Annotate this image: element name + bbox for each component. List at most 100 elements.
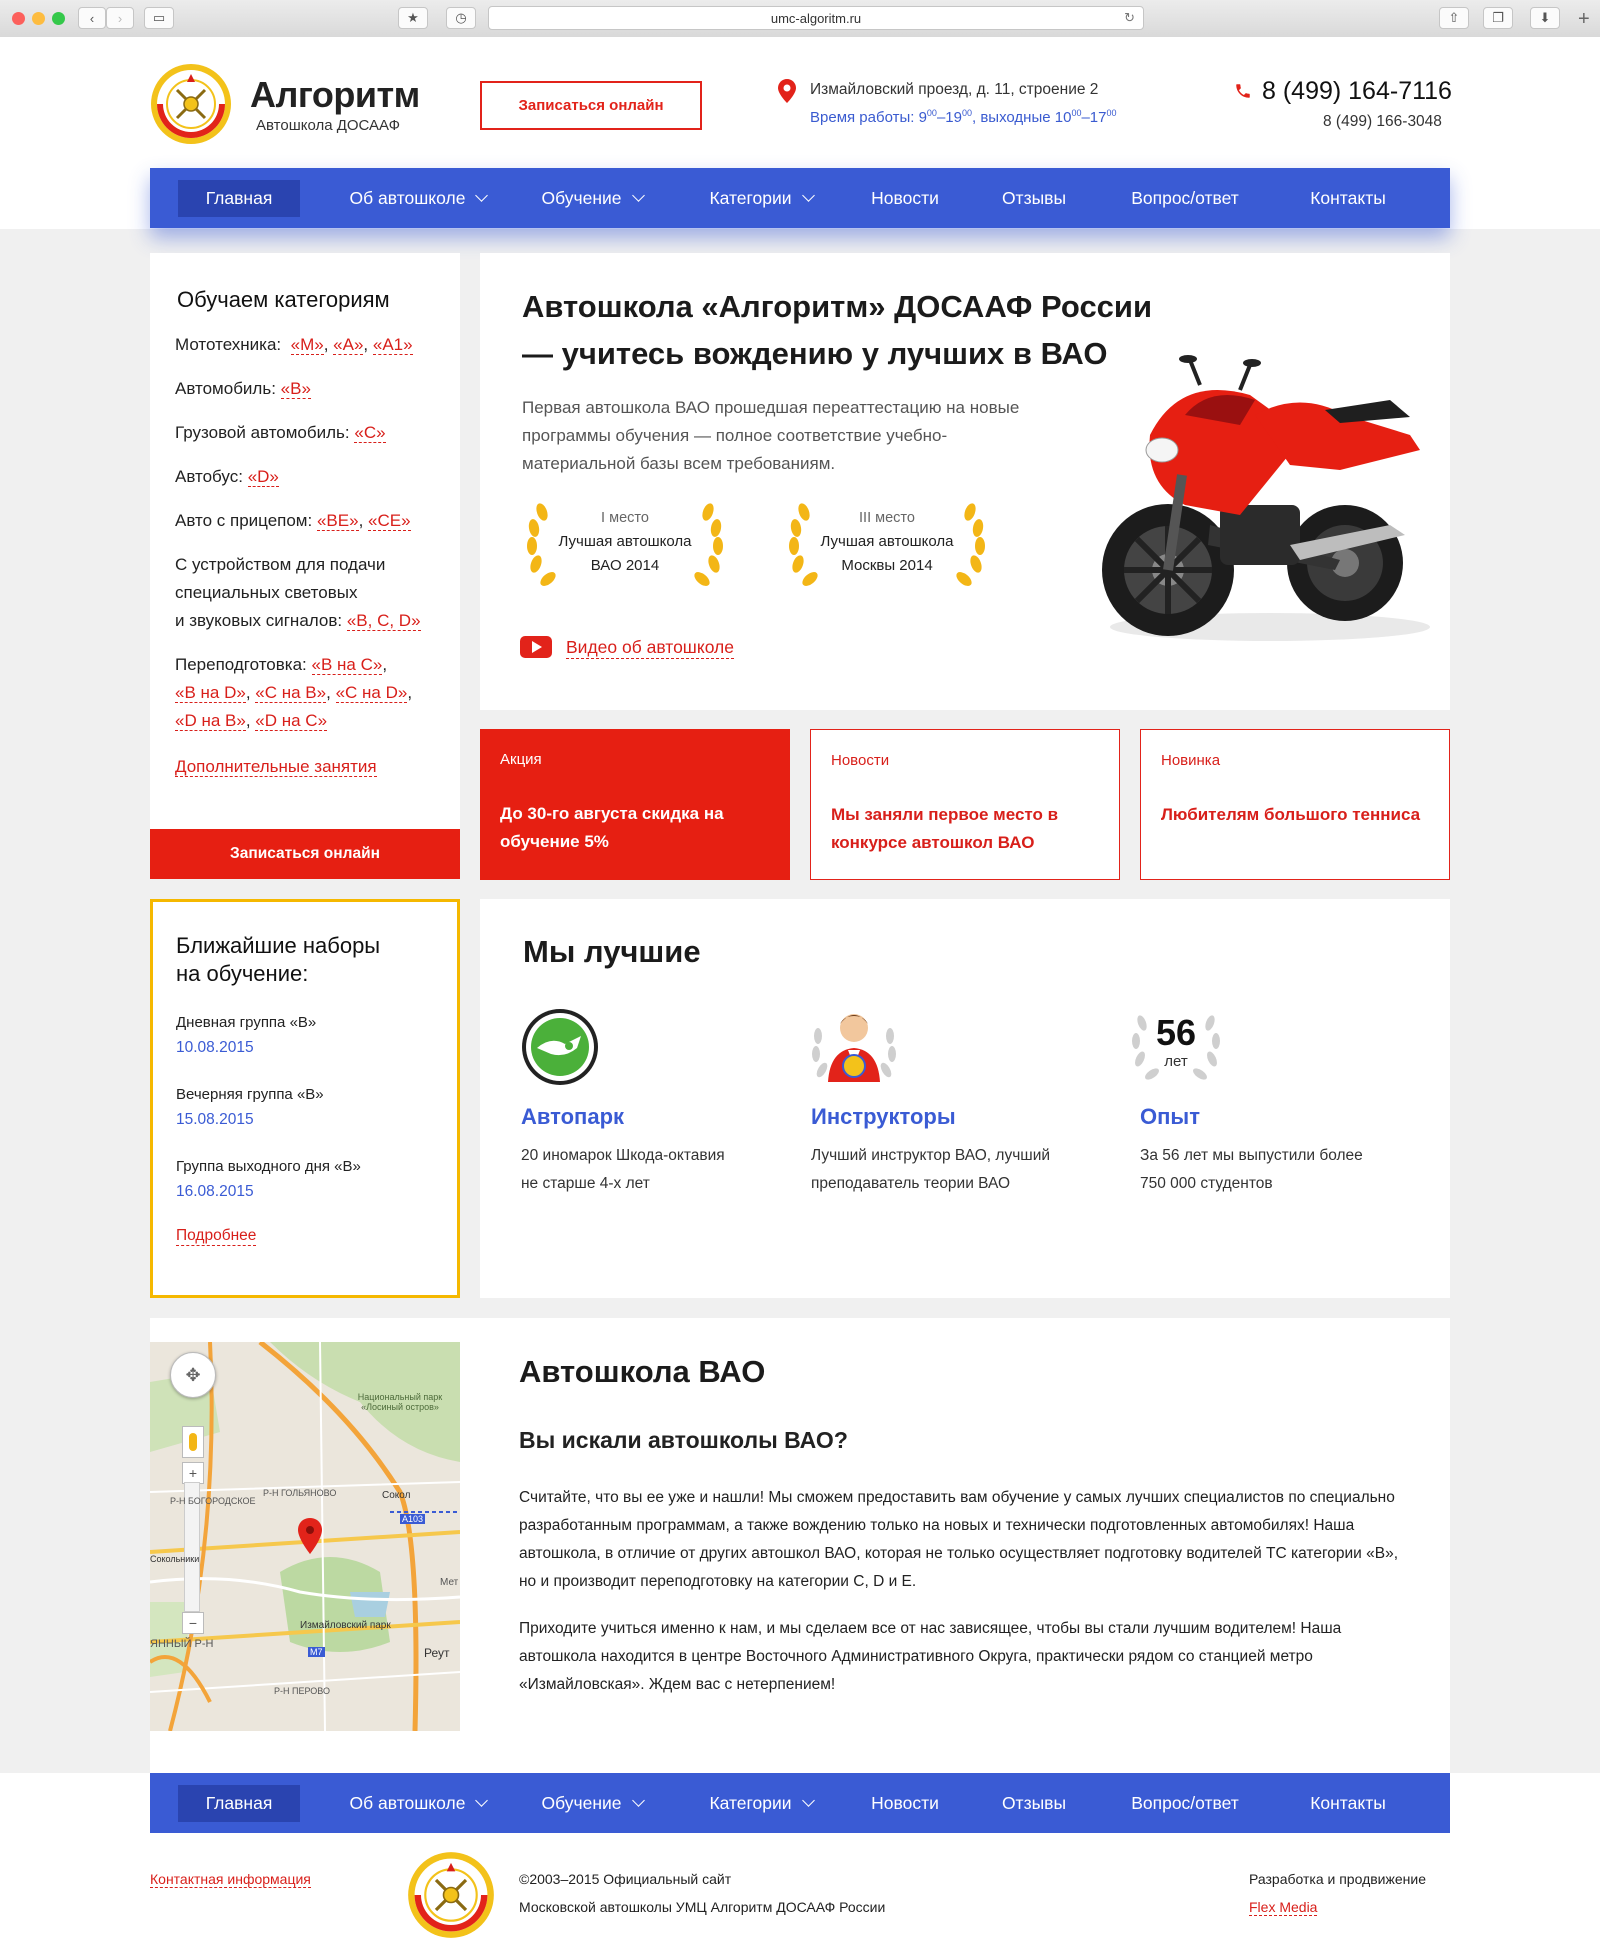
sidebar-toggle-icon[interactable]: ▭ — [144, 7, 174, 29]
zoom-in-button[interactable]: + — [182, 1462, 204, 1484]
retrain-link-c-d[interactable]: «C на D» — [335, 683, 408, 703]
tabs-icon[interactable]: ❐ — [1483, 7, 1513, 29]
working-hours: Время работы: 900–1900, выходные 1000–17… — [810, 108, 1117, 126]
zoom-window-button[interactable] — [52, 12, 65, 25]
motorcycle-image — [1102, 355, 1430, 641]
pegman-icon[interactable] — [182, 1426, 204, 1458]
enrollment-title: Ближайшие наборы на обучение: — [176, 933, 381, 986]
nav-item-categories[interactable]: Категории — [676, 168, 846, 228]
category-car: Автомобиль: «B» — [175, 379, 311, 399]
retrain-link-c-b[interactable]: «C на B» — [255, 683, 327, 703]
experience-unit: лет — [1164, 1053, 1188, 1070]
nav-item-contacts[interactable]: Контакты — [1266, 1773, 1430, 1833]
extra-lessons: Дополнительные занятия — [175, 753, 377, 781]
categories-title: Обучаем категориям — [177, 287, 390, 312]
nav-item-faq[interactable]: Вопрос/ответ — [1104, 1773, 1266, 1833]
award-vao: I место Лучшая автошкола ВАО 2014 — [520, 502, 730, 590]
nav-item-news[interactable]: Новости — [846, 1773, 964, 1833]
signup-online-button[interactable]: Записаться онлайн — [480, 81, 702, 130]
nav-item-reviews[interactable]: Отзывы — [964, 168, 1104, 228]
best-item-experience: Опыт За 56 лет мы выпустили более 750 00… — [1140, 1104, 1363, 1192]
minimize-window-button[interactable] — [32, 12, 45, 25]
extra-lessons-link[interactable]: Дополнительные занятия — [175, 757, 377, 777]
categories-panel: Обучаем категориям Мототехника: «M», «A»… — [150, 253, 460, 879]
promo-card-sale[interactable]: Акция До 30-го августа скидка на обучени… — [480, 729, 790, 880]
nav-item-about[interactable]: Об автошколе — [328, 1773, 508, 1833]
category-moto: Мототехника: «M», «A», «A1» — [175, 335, 413, 355]
chevron-down-icon — [631, 189, 645, 202]
nav-item-about[interactable]: Об автошколе — [328, 168, 508, 228]
downloads-icon[interactable]: ⬇ — [1530, 7, 1560, 29]
category-link-c[interactable]: «C» — [354, 423, 386, 443]
footer-logo-icon[interactable] — [406, 1850, 496, 1940]
category-special: С устройством для подачи специальных све… — [175, 555, 421, 631]
retrain-link-d-c[interactable]: «D на C» — [255, 711, 328, 731]
hero-description: Первая автошкола ВАО прошедшая переаттес… — [522, 398, 1020, 473]
reload-icon[interactable]: ↻ — [1124, 10, 1135, 26]
nav-item-training[interactable]: Обучение — [508, 1773, 676, 1833]
map-label: Р-Н БОГОРОДСКОЕ — [170, 1496, 256, 1506]
phone-second[interactable]: 8 (499) 166-3048 — [1323, 113, 1442, 131]
logo-emblem-icon[interactable] — [149, 62, 233, 146]
phone-main[interactable]: 8 (499) 164-7116 — [1262, 77, 1452, 106]
retrain-link-d-b[interactable]: «D на B» — [175, 711, 246, 731]
category-bus: Автобус: «D» — [175, 467, 279, 487]
award-moscow-text: III место Лучшая автошкола Москвы 2014 — [820, 510, 954, 574]
address-bar[interactable]: umc-algoritm.ru ↻ — [488, 6, 1144, 30]
forward-button[interactable]: › — [106, 7, 134, 29]
category-link-ce[interactable]: «CE» — [368, 511, 411, 531]
experience-badge: 56 лет — [1126, 1003, 1226, 1089]
map-pan-control[interactable]: ✥ — [170, 1352, 216, 1398]
close-window-button[interactable] — [12, 12, 25, 25]
back-button[interactable]: ‹ — [78, 7, 106, 29]
category-link-be[interactable]: «BE» — [316, 511, 359, 531]
nav-item-news[interactable]: Новости — [846, 168, 964, 228]
promo-card-news[interactable]: Новости Мы заняли первое место в конкурс… — [810, 729, 1120, 880]
nav-item-contacts[interactable]: Контакты — [1266, 168, 1430, 228]
nav-item-home[interactable]: Главная — [150, 1773, 328, 1833]
category-link-bcd[interactable]: «B, C, D» — [346, 611, 421, 631]
nav-item-home[interactable]: Главная — [150, 168, 328, 228]
category-link-m[interactable]: «M» — [290, 335, 324, 355]
retrain-link-b-c[interactable]: «B на C» — [311, 655, 383, 675]
enrollment-panel: Ближайшие наборы на обучение: Дневная гр… — [150, 899, 460, 1298]
chevron-down-icon — [631, 1794, 645, 1807]
map-label: Национальный парк «Лосиный остров» — [357, 1392, 443, 1412]
category-link-d[interactable]: «D» — [247, 467, 279, 487]
category-retraining: Переподготовка: «B на C», «B на D», «C н… — [175, 655, 413, 731]
sidebar-signup-button[interactable]: Записаться онлайн — [150, 829, 460, 879]
video-link[interactable]: Видео об автошколе — [566, 637, 734, 659]
bookmarks-icon[interactable]: ★ — [398, 7, 428, 29]
map-label: Измайловский парк — [300, 1620, 391, 1631]
map[interactable]: ✥ + − Национальный парк «Лосиный остров»… — [150, 1342, 460, 1731]
map-marker-icon[interactable] — [298, 1518, 322, 1554]
history-icon[interactable]: ◷ — [446, 7, 476, 29]
nav-item-categories[interactable]: Категории — [676, 1773, 846, 1833]
skoda-logo-icon — [522, 1009, 598, 1085]
best-item-fleet: Автопарк 20 иномарок Шкода-октавия не ст… — [521, 1104, 725, 1192]
promo-tag: Новости — [831, 752, 890, 769]
chevron-down-icon — [801, 1794, 815, 1807]
best-item-instructors: Инструкторы Лучший инструктор ВАО, лучши… — [811, 1104, 1051, 1192]
category-link-a[interactable]: «A» — [333, 335, 364, 355]
category-link-b[interactable]: «B» — [280, 379, 311, 399]
zoom-out-button[interactable]: − — [182, 1612, 204, 1634]
logo-title[interactable]: Алгоритм — [250, 74, 420, 116]
youtube-icon[interactable] — [520, 636, 552, 658]
nav-item-faq[interactable]: Вопрос/ответ — [1104, 168, 1266, 228]
contact-info-link[interactable]: Контактная информация — [150, 1871, 311, 1888]
enrollment-more-link[interactable]: Подробнее — [176, 1227, 257, 1246]
article-paragraph: Считайте, что вы ее уже и нашли! Мы смож… — [519, 1489, 1399, 1590]
new-tab-icon[interactable]: + — [1578, 8, 1590, 31]
retrain-link-b-d[interactable]: «B на D» — [175, 683, 246, 703]
promo-tag: Новинка — [1161, 752, 1221, 769]
developer-link[interactable]: Flex Media — [1249, 1899, 1318, 1916]
best-title: Мы лучшие — [523, 934, 701, 969]
nav-item-reviews[interactable]: Отзывы — [964, 1773, 1104, 1833]
map-label: Мет — [440, 1577, 459, 1588]
browser-toolbar: ‹ › ▭ ★ ◷ umc-algoritm.ru ↻ ⇧ ❐ ⬇ + — [0, 0, 1600, 38]
promo-card-new[interactable]: Новинка Любителям большого тенниса — [1140, 729, 1450, 880]
category-link-a1[interactable]: «A1» — [372, 335, 413, 355]
nav-item-training[interactable]: Обучение — [508, 168, 676, 228]
share-icon[interactable]: ⇧ — [1439, 7, 1469, 29]
